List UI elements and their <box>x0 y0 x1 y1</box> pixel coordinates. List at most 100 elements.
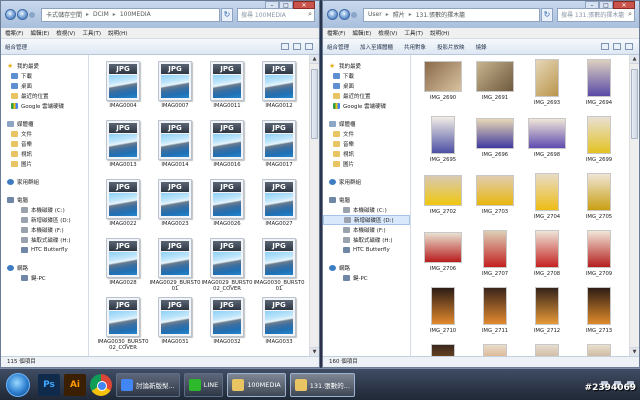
nav-music[interactable]: 音樂 <box>323 139 410 149</box>
task-100media[interactable]: 100MEDIA <box>227 372 286 397</box>
nav-libraries[interactable]: 媒體櫃 <box>323 119 410 129</box>
nav-computer[interactable]: 電腦 <box>323 195 410 205</box>
nav-desktop[interactable]: 桌面 <box>1 81 88 91</box>
photo-item[interactable] <box>417 344 469 356</box>
scroll-down-icon[interactable]: ▼ <box>630 347 639 356</box>
preview-pane-icon[interactable] <box>293 43 301 50</box>
scroll-up-icon[interactable]: ▲ <box>630 55 639 64</box>
back-button[interactable]: ‹ <box>5 9 16 20</box>
photo-item[interactable]: IMG_2696 <box>469 116 521 172</box>
menu-help[interactable]: 說明(H) <box>108 29 127 37</box>
file-item[interactable]: JPG IMAG0017 <box>253 120 305 177</box>
scroll-thumb[interactable] <box>631 69 638 139</box>
close-button[interactable]: ✕ <box>613 1 635 9</box>
menu-view[interactable]: 檢視(V) <box>378 29 397 37</box>
nav-favorites[interactable]: ★ 我的最愛 <box>1 61 88 71</box>
menu-tools[interactable]: 工具(T) <box>404 29 423 37</box>
file-item[interactable]: JPG IMAG0031 <box>149 297 201 354</box>
burn-button[interactable]: 燒錄 <box>476 43 487 51</box>
photo-item[interactable]: IMG_2712 <box>521 287 573 343</box>
file-item[interactable]: JPG IMAG0030_BURST001 <box>253 238 305 295</box>
forward-button[interactable]: › <box>17 9 28 20</box>
photo-item[interactable]: IMG_2691 <box>469 59 521 115</box>
chrome-icon[interactable] <box>90 373 112 396</box>
nav-homegroup[interactable]: 家用群組 <box>1 177 88 187</box>
scroll-down-icon[interactable]: ▼ <box>310 347 319 356</box>
task-photos-folder[interactable]: 131.張數的... <box>289 372 355 397</box>
nav-network[interactable]: 網路 <box>1 263 88 273</box>
photo-item[interactable]: IMG_2707 <box>469 230 521 286</box>
nav-videos[interactable]: 視訊 <box>1 149 88 159</box>
photo-item[interactable]: IMG_2695 <box>417 116 469 172</box>
file-item[interactable]: JPG IMAG0023 <box>149 179 201 236</box>
menu-edit[interactable]: 編輯(E) <box>30 29 49 37</box>
breadcrumb-2[interactable]: 131.張數的擇木籠 <box>416 10 465 19</box>
illustrator-icon[interactable]: Ai <box>64 373 86 396</box>
nav-videos[interactable]: 視訊 <box>323 149 410 159</box>
file-item[interactable]: JPG IMAG0007 <box>149 61 201 118</box>
nav-drive-f[interactable]: 本機磁碟 (F:) <box>1 225 88 235</box>
photo-item[interactable]: IMG_2711 <box>469 287 521 343</box>
file-item[interactable]: JPG IMAG0029_BURST002_COVER <box>201 238 253 295</box>
back-button[interactable]: ‹ <box>327 9 338 20</box>
nav-drive-c[interactable]: 本機磁碟 (C:) <box>1 205 88 215</box>
nav-drive-d[interactable]: 新增磁碟區 (D:) <box>323 215 410 225</box>
menu-edit[interactable]: 編輯(E) <box>352 29 371 37</box>
file-item[interactable]: JPG IMAG0022 <box>97 179 149 236</box>
minimize-button[interactable]: – <box>265 1 279 9</box>
nav-documents[interactable]: 文件 <box>323 129 410 139</box>
breadcrumb-2[interactable]: 100MEDIA <box>120 11 151 18</box>
nav-htc-butterfly[interactable]: HTC Butterfly <box>1 245 88 255</box>
photo-item[interactable] <box>469 344 521 356</box>
maximize-button[interactable]: □ <box>279 1 293 9</box>
file-item[interactable]: JPG IMAG0033 <box>253 297 305 354</box>
photo-item[interactable]: IMG_2710 <box>417 287 469 343</box>
photo-item[interactable] <box>521 344 573 356</box>
help-icon[interactable] <box>305 43 313 50</box>
nav-downloads[interactable]: 下載 <box>1 71 88 81</box>
scroll-thumb[interactable] <box>311 69 318 139</box>
nav-network-pc[interactable]: 鍵-PC <box>1 273 88 283</box>
slideshow-button[interactable]: 投影片放映 <box>437 43 465 51</box>
file-item[interactable]: JPG IMAG0014 <box>149 120 201 177</box>
photo-item[interactable]: IMG_2693 <box>521 59 573 115</box>
menu-help[interactable]: 說明(H) <box>430 29 449 37</box>
file-item[interactable]: JPG IMAG0027 <box>253 179 305 236</box>
history-dropdown-icon[interactable] <box>29 11 35 18</box>
organize-button[interactable]: 組合管理 <box>5 43 27 51</box>
photo-item[interactable]: IMG_2694 <box>573 59 625 115</box>
nav-network-pc[interactable]: 鍵-PC <box>323 273 410 283</box>
start-button[interactable] <box>6 372 30 397</box>
organize-button[interactable]: 組合管理 <box>327 43 349 51</box>
file-item[interactable]: JPG IMAG0026 <box>201 179 253 236</box>
scroll-up-icon[interactable]: ▲ <box>310 55 319 64</box>
nav-music[interactable]: 音樂 <box>1 139 88 149</box>
nav-drive-h[interactable]: 抽取式磁碟 (H:) <box>323 235 410 245</box>
file-item[interactable]: JPG IMAG0029_BURST001 <box>149 238 201 295</box>
menu-file[interactable]: 檔案(F) <box>327 29 345 37</box>
preview-pane-icon[interactable] <box>613 43 621 50</box>
menu-view[interactable]: 檢視(V) <box>56 29 75 37</box>
history-dropdown-icon[interactable] <box>351 11 357 18</box>
share-with-button[interactable]: 共用對象 <box>404 43 426 51</box>
breadcrumb-1[interactable]: 照片 <box>393 10 405 19</box>
nav-libraries[interactable]: 媒體櫃 <box>1 119 88 129</box>
nav-drive-c[interactable]: 本機磁碟 (C:) <box>323 205 410 215</box>
address-bar[interactable]: User ▸ 照片 ▸ 131.張數的擇木籠 <box>363 7 540 22</box>
photo-item[interactable]: IMG_2706 <box>417 230 469 286</box>
nav-downloads[interactable]: 下載 <box>323 71 410 81</box>
nav-computer[interactable]: 電腦 <box>1 195 88 205</box>
nav-htc-butterfly[interactable]: HTC Butterfly <box>323 245 410 255</box>
nav-google-drive[interactable]: Google 雲端硬碟 <box>323 101 410 111</box>
vertical-scrollbar[interactable]: ▲ ▼ <box>629 55 639 356</box>
nav-network[interactable]: 網路 <box>323 263 410 273</box>
minimize-button[interactable]: – <box>585 1 599 9</box>
refresh-icon[interactable]: ↻ <box>541 7 553 22</box>
vertical-scrollbar[interactable]: ▲ ▼ <box>309 55 319 356</box>
view-options-icon[interactable] <box>601 43 609 50</box>
nav-drive-f[interactable]: 本機磁碟 (F:) <box>323 225 410 235</box>
close-button[interactable]: ✕ <box>293 1 315 9</box>
photo-item[interactable]: IMG_2690 <box>417 59 469 115</box>
nav-drive-h[interactable]: 抽取式磁碟 (H:) <box>1 235 88 245</box>
nav-recent[interactable]: 最近的位置 <box>1 91 88 101</box>
